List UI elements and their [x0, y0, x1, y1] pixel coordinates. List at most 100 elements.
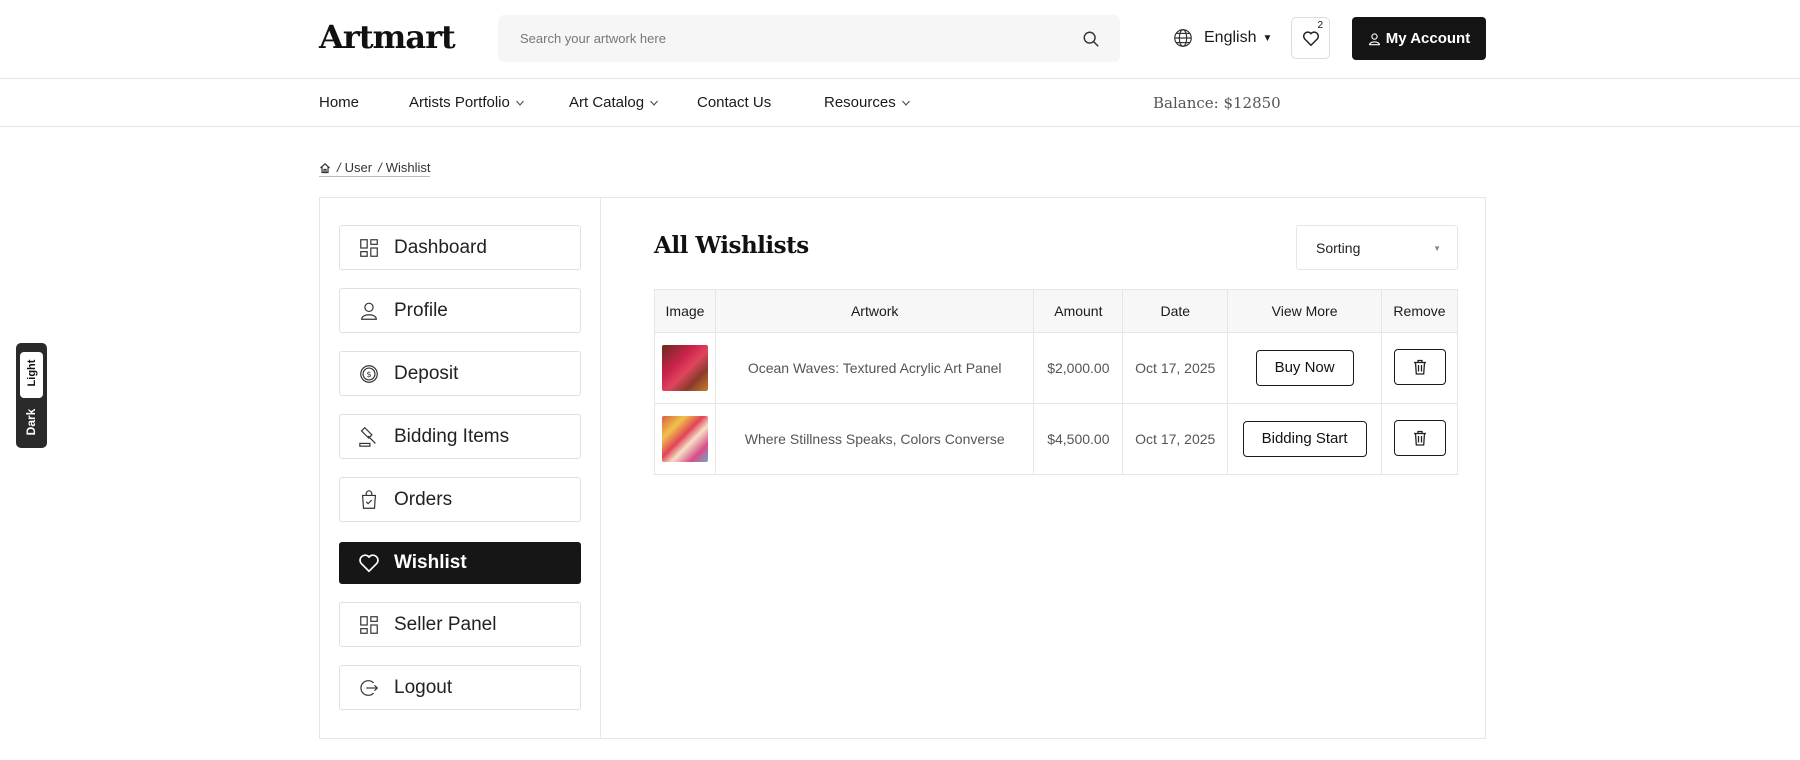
sidebar-item-label: Profile: [394, 299, 448, 321]
sidebar-item-bidding-items[interactable]: Bidding Items: [339, 414, 581, 459]
nav-art-catalog-label: Art Catalog: [569, 94, 645, 111]
column-header-view-more: View More: [1227, 289, 1382, 333]
nav-contact-us-label: Contact Us: [697, 94, 772, 111]
view-more-cell: Bidding Start: [1227, 403, 1382, 475]
shopping-bag-icon: [361, 489, 377, 509]
sidebar-item-label: Orders: [394, 488, 453, 510]
column-header-date: Date: [1122, 289, 1229, 333]
wishlist-count-badge: 2: [1317, 20, 1323, 31]
dashboard-icon: [360, 238, 378, 257]
dashboard-icon: [360, 615, 378, 634]
caret-down-icon: ▼: [1433, 244, 1441, 253]
language-label: English: [1204, 29, 1257, 46]
main-nav: Home Artists Portfolio Art Catalog Conta…: [0, 79, 1800, 127]
coin-icon: $: [360, 364, 378, 383]
artwork-thumbnail[interactable]: [661, 345, 708, 391]
breadcrumb-user[interactable]: User: [345, 160, 372, 175]
artwork-image-cell: [654, 403, 716, 475]
nav-artists-portfolio-label: Artists Portfolio: [409, 94, 510, 111]
artwork-image-cell: [654, 332, 716, 404]
artwork-date: Oct 17, 2025: [1122, 332, 1229, 404]
theme-toggle[interactable]: Light Dark: [16, 343, 47, 448]
artwork-amount: $4,500.00: [1033, 403, 1124, 475]
sidebar-item-deposit[interactable]: $ Deposit: [339, 351, 581, 396]
user-icon: [361, 302, 377, 320]
sorting-select[interactable]: Sorting ▼: [1296, 225, 1458, 270]
nav-artists-portfolio[interactable]: Artists Portfolio: [409, 94, 525, 111]
column-header-amount: Amount: [1033, 289, 1124, 333]
nav-home[interactable]: Home: [319, 94, 359, 111]
search-icon[interactable]: [1082, 30, 1100, 48]
search-input[interactable]: [520, 15, 1060, 62]
heart-icon: [1302, 31, 1320, 47]
remove-cell: [1381, 332, 1458, 404]
artwork-amount: $2,000.00: [1033, 332, 1124, 404]
sidebar-item-label: Dashboard: [394, 236, 487, 258]
header: Artmart English ▼ 2 My Account: [0, 0, 1800, 79]
my-account-button[interactable]: My Account: [1352, 17, 1486, 60]
search-bar: [498, 15, 1120, 62]
svg-text:$: $: [366, 369, 371, 379]
nav-contact-us[interactable]: Contact Us: [697, 94, 771, 111]
sidebar-item-label: Wishlist: [394, 552, 467, 573]
column-header-image: Image: [654, 289, 716, 333]
buy-now-button[interactable]: Buy Now: [1255, 350, 1354, 386]
light-mode-option[interactable]: Light: [20, 352, 43, 398]
column-header-remove: Remove: [1381, 289, 1458, 333]
sidebar-item-orders[interactable]: Orders: [339, 477, 581, 522]
chevron-down-icon: [650, 100, 658, 106]
breadcrumb-separator: /: [378, 160, 382, 175]
sidebar-item-logout[interactable]: Logout: [339, 665, 581, 710]
column-header-artwork: Artwork: [714, 289, 1035, 333]
bidding-start-button[interactable]: Bidding Start: [1242, 421, 1367, 457]
table-row: Where Stillness Speaks, Colors Converse …: [654, 403, 1458, 475]
sidebar-item-label: Deposit: [394, 362, 459, 384]
sidebar-item-wishlist[interactable]: Wishlist: [339, 542, 581, 584]
sidebar-item-profile[interactable]: Profile: [339, 288, 581, 333]
page-title: All Wishlists: [654, 232, 809, 259]
gavel-icon: [359, 426, 376, 447]
wishlist-table: Image Artwork Amount Date View More Remo…: [654, 289, 1458, 475]
sidebar: Dashboard Profile $ Deposit Bidding Item…: [320, 198, 601, 738]
language-selector[interactable]: English ▼: [1172, 26, 1272, 50]
dark-mode-option[interactable]: Dark: [24, 402, 38, 442]
table-header-row: Image Artwork Amount Date View More Remo…: [654, 289, 1458, 333]
caret-down-icon: ▼: [1262, 32, 1273, 44]
nav-resources-label: Resources: [824, 94, 896, 111]
logout-icon: [360, 679, 379, 696]
user-icon: [1368, 32, 1380, 45]
remove-button[interactable]: [1393, 348, 1446, 385]
breadcrumb-wishlist[interactable]: Wishlist: [386, 160, 431, 175]
sidebar-item-dashboard[interactable]: Dashboard: [339, 225, 581, 270]
artwork-title[interactable]: Ocean Waves: Textured Acrylic Art Panel: [714, 332, 1035, 404]
dashboard-panel: Dashboard Profile $ Deposit Bidding Item…: [319, 197, 1486, 739]
breadcrumb-separator: /: [337, 160, 341, 175]
wishlist-content: All Wishlists Sorting ▼ Image Artwork Am…: [602, 198, 1486, 738]
sidebar-item-label: Seller Panel: [394, 613, 497, 635]
home-icon[interactable]: [319, 162, 331, 174]
wishlist-button[interactable]: 2: [1291, 17, 1330, 59]
remove-cell: [1381, 403, 1458, 475]
nav-resources[interactable]: Resources: [824, 94, 911, 111]
breadcrumb: / User / Wishlist: [319, 160, 431, 177]
chevron-down-icon: [901, 100, 910, 106]
sorting-select-value: Sorting: [1316, 240, 1361, 256]
table-row: Ocean Waves: Textured Acrylic Art Panel …: [654, 332, 1458, 404]
remove-button[interactable]: [1393, 419, 1446, 456]
trash-icon: [1413, 430, 1426, 446]
light-mode-label: Light: [26, 359, 38, 387]
nav-art-catalog[interactable]: Art Catalog: [569, 94, 659, 111]
heart-icon: [359, 554, 379, 573]
artwork-title[interactable]: Where Stillness Speaks, Colors Converse: [714, 403, 1035, 475]
artwork-date: Oct 17, 2025: [1122, 403, 1229, 475]
sidebar-item-label: Bidding Items: [394, 425, 510, 447]
balance-display: Balance: $12850: [1153, 94, 1281, 112]
trash-icon: [1413, 359, 1426, 375]
my-account-label: My Account: [1385, 30, 1471, 47]
site-logo[interactable]: Artmart: [319, 18, 456, 56]
nav-home-label: Home: [319, 94, 360, 111]
artwork-thumbnail[interactable]: [661, 416, 708, 462]
chevron-down-icon: [515, 100, 524, 106]
globe-icon: [1174, 29, 1192, 47]
sidebar-item-seller-panel[interactable]: Seller Panel: [339, 602, 581, 647]
